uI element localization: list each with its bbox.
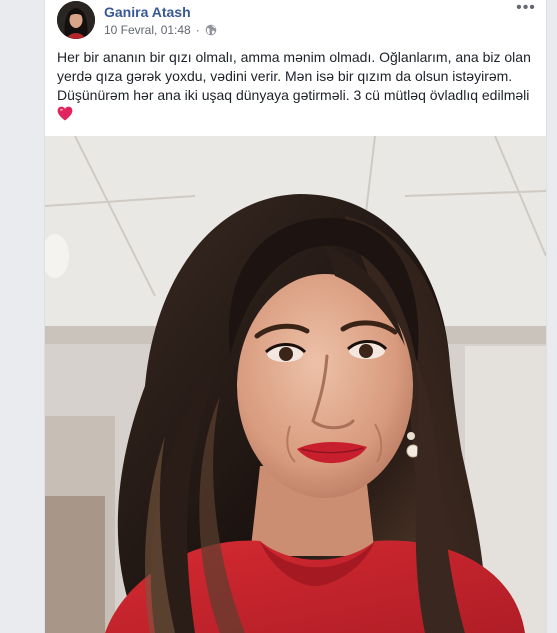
author-name-link[interactable]: Ganira Atash [104, 4, 191, 20]
post-card: Ganira Atash 10 Fevral, 01:48 · ••• Her … [44, 0, 547, 633]
post-header: Ganira Atash 10 Fevral, 01:48 · ••• [57, 0, 535, 44]
meta-separator: · [195, 23, 200, 37]
post-meta: 10 Fevral, 01:48 · [104, 23, 217, 37]
post-photo[interactable] [45, 136, 546, 633]
post-text: Her bir ananın bir qızı olmalı, amma mən… [57, 48, 536, 124]
more-options-button[interactable]: ••• [514, 0, 538, 20]
red-heart-icon [57, 106, 73, 121]
post-body: Her bir ananın bir qızı olmalı, amma mən… [57, 49, 531, 103]
timestamp-link[interactable]: 10 Fevral, 01:48 [104, 23, 191, 37]
globe-icon[interactable] [205, 24, 217, 36]
avatar[interactable] [57, 1, 95, 39]
